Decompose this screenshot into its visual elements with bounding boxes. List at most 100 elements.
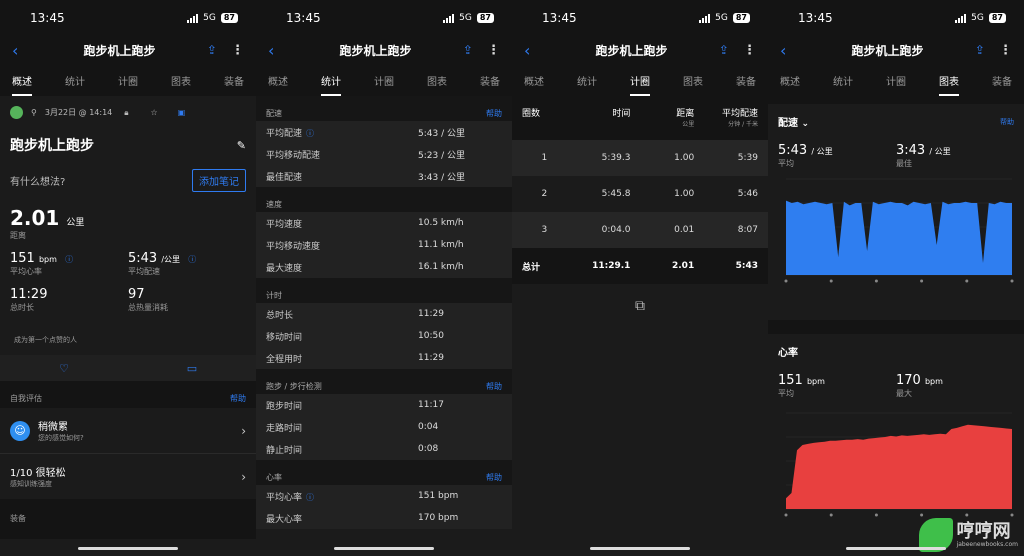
- edit-icon[interactable]: ✎: [237, 139, 246, 152]
- tab-gear[interactable]: 装备: [992, 67, 1012, 94]
- home-indicator: [334, 547, 434, 550]
- share-icon[interactable]: ⇪: [463, 43, 473, 57]
- more-icon[interactable]: ⋮: [743, 43, 756, 58]
- tab-laps[interactable]: 计圈: [630, 67, 650, 96]
- tab-laps[interactable]: 计圈: [374, 67, 394, 94]
- tab-stats[interactable]: 统计: [577, 67, 597, 94]
- help-link[interactable]: 帮助: [1000, 117, 1014, 127]
- stat-label: 跑步时间: [266, 401, 303, 412]
- more-icon[interactable]: ⋮: [487, 43, 500, 58]
- tab-stats[interactable]: 统计: [833, 67, 853, 94]
- tab-gear[interactable]: 装备: [224, 67, 244, 94]
- tab-charts[interactable]: 图表: [427, 67, 447, 94]
- x-tick: [874, 513, 878, 517]
- stat-value: 11.1 km/h: [418, 240, 464, 250]
- tab-laps[interactable]: 计圈: [886, 67, 906, 94]
- lap-row[interactable]: 3 0:04.0 0.01 8:07: [512, 212, 768, 248]
- hr-chart-header: 心率: [778, 344, 1014, 359]
- tab-gear[interactable]: 装备: [736, 67, 756, 94]
- info-icon[interactable]: ⓘ: [306, 129, 314, 138]
- tab-charts[interactable]: 图表: [683, 67, 703, 94]
- chevron-down-icon: ⌄: [801, 119, 810, 129]
- tab-gear[interactable]: 装备: [480, 67, 500, 94]
- info-icon[interactable]: ⓘ: [188, 255, 196, 264]
- lap-row[interactable]: 2 5:45.8 1.00 5:46: [512, 176, 768, 212]
- help-link[interactable]: 帮助: [486, 108, 502, 119]
- lock-icon[interactable]: 🔒︎: [124, 108, 128, 118]
- section-title: 速度: [266, 200, 282, 209]
- pace-chart: [784, 178, 1014, 283]
- stats-row: 平均心率 ⓘ 151 bpm: [256, 485, 512, 507]
- photo-icon[interactable]: ▣: [178, 108, 186, 117]
- tab-laps[interactable]: 计圈: [118, 67, 138, 94]
- add-note-button[interactable]: 添加笔记: [192, 169, 246, 192]
- feel-row[interactable]: ☺ 稍微累 您的感觉如何? ›: [0, 408, 256, 453]
- back-icon[interactable]: ‹: [268, 41, 288, 60]
- more-icon[interactable]: ⋮: [999, 43, 1012, 58]
- tab-stats[interactable]: 统计: [321, 67, 341, 96]
- hr-stats: 151 bpm 平均 170 bpm 最大: [778, 373, 1014, 399]
- info-icon[interactable]: ⓘ: [306, 493, 314, 502]
- tab-bar: 概述 统计 计圈 图表 装备: [512, 64, 768, 96]
- feel-subtitle: 您的感觉如何?: [38, 434, 84, 442]
- home-indicator: [846, 547, 946, 550]
- total-cell: 2.01: [672, 261, 695, 271]
- pace-dropdown[interactable]: 配速 ⌄: [778, 114, 809, 129]
- pace-avg-value: 5:43 / 公里: [778, 143, 833, 158]
- x-tick: [829, 513, 833, 517]
- back-icon[interactable]: ‹: [12, 41, 32, 60]
- split-icon[interactable]: ⧉: [512, 284, 768, 314]
- back-icon[interactable]: ‹: [524, 41, 544, 60]
- tab-charts[interactable]: 图表: [939, 67, 959, 96]
- duration-value: 11:29: [10, 287, 48, 302]
- star-icon[interactable]: ☆: [151, 108, 158, 117]
- pace-chart-header: 配速 ⌄ 帮助: [778, 114, 1014, 130]
- nav-title: 跑步机上跑步: [83, 43, 156, 58]
- kudos-text: 成为第一个点赞的人: [14, 336, 77, 344]
- home-indicator: [590, 547, 690, 550]
- tab-stats[interactable]: 统计: [65, 67, 85, 94]
- heart-icon[interactable]: ♡: [0, 355, 128, 381]
- stat-value: 0:08: [418, 444, 439, 454]
- share-icon[interactable]: ⇪: [207, 43, 217, 57]
- calories-label: 总热量消耗: [128, 303, 168, 312]
- pace-best-value: 3:43 / 公里: [896, 143, 951, 158]
- tab-charts[interactable]: 图表: [171, 67, 191, 94]
- signal-icon: [955, 13, 967, 23]
- lap-cell: 5:46: [737, 189, 758, 199]
- tab-overview[interactable]: 概述: [268, 67, 288, 94]
- gear-section-header: 装备: [0, 499, 256, 539]
- hr-pace-grid: 151 bpm ⓘ 平均心率 5:43 /公里 ⓘ 平均配速: [0, 241, 256, 277]
- lap-cell: 5:39: [737, 153, 758, 163]
- more-icon[interactable]: ⋮: [231, 43, 244, 58]
- back-icon[interactable]: ‹: [780, 41, 800, 60]
- stat-label: 平均配速: [266, 128, 303, 139]
- stat-value: 16.1 km/h: [418, 262, 464, 272]
- distance-label: 距离: [10, 231, 26, 240]
- effort-row[interactable]: 1/10 很轻松 感知训练强度 ›: [0, 453, 256, 499]
- x-tick: [920, 279, 924, 283]
- tab-overview[interactable]: 概述: [780, 67, 800, 94]
- help-link[interactable]: 帮助: [486, 381, 502, 392]
- info-icon[interactable]: ⓘ: [65, 255, 73, 264]
- help-link[interactable]: 帮助: [486, 472, 502, 483]
- avatar[interactable]: [10, 106, 23, 119]
- col-header: 平均配速 分钟 / 千米: [721, 109, 758, 128]
- status-bar: 13:45 5G 87: [768, 0, 1024, 36]
- action-row: ♡ ▭: [0, 355, 256, 381]
- lap-cell: 1.00: [674, 153, 695, 163]
- share-icon[interactable]: ⇪: [719, 43, 729, 57]
- help-link[interactable]: 帮助: [230, 393, 246, 404]
- comment-icon[interactable]: ▭: [128, 355, 256, 381]
- status-time: 13:45: [286, 11, 321, 25]
- tab-overview[interactable]: 概述: [12, 67, 32, 96]
- tab-overview[interactable]: 概述: [524, 67, 544, 94]
- total-cell: 总计: [522, 262, 541, 273]
- battery-icon: 87: [476, 13, 494, 23]
- nav-bar: ‹ 跑步机上跑步 ⇪ ⋮: [768, 36, 1024, 64]
- x-tick: [965, 513, 969, 517]
- lap-cell: 5:45.8: [601, 189, 631, 199]
- stat-label: 最大速度: [266, 263, 303, 274]
- lap-row[interactable]: 1 5:39.3 1.00 5:39: [512, 140, 768, 176]
- share-icon[interactable]: ⇪: [975, 43, 985, 57]
